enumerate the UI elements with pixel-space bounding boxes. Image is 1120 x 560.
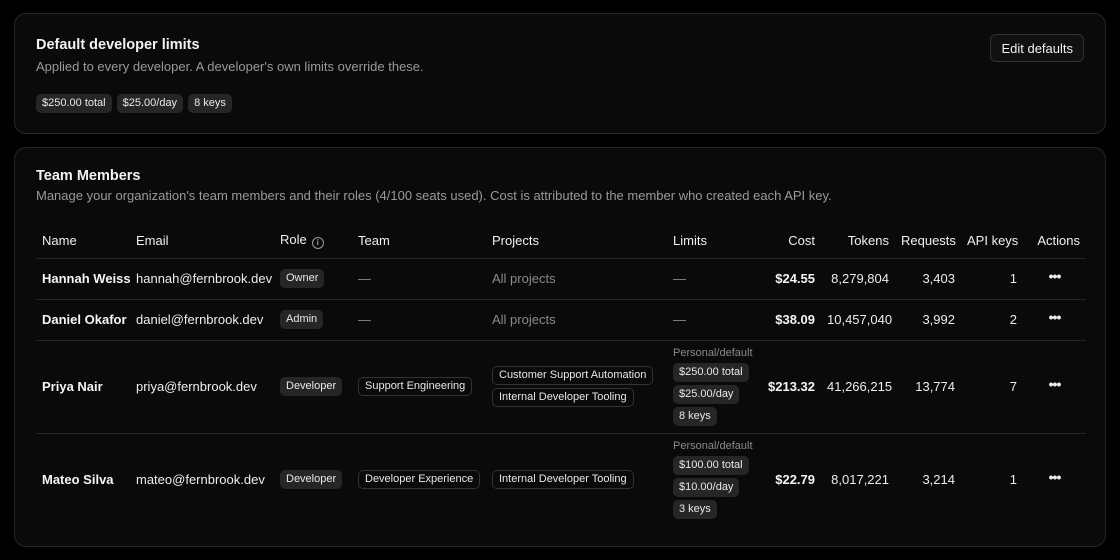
- team-badge: Developer Experience: [358, 470, 481, 490]
- member-name: Mateo Silva: [42, 472, 114, 488]
- default-limits-title: Default developer limits: [36, 37, 200, 53]
- member-requests: 3,992: [895, 299, 961, 341]
- member-tokens: 8,017,221: [831, 472, 889, 488]
- team-members-title: Team Members: [36, 168, 141, 184]
- team-members-description: Manage your organization's team members …: [36, 188, 832, 203]
- role-badge: Owner: [280, 269, 325, 288]
- member-projects: All projects: [486, 258, 667, 300]
- default-daily-limit-badge: $25.00/day: [116, 94, 184, 113]
- limits-source-label: Personal/default: [673, 440, 753, 453]
- role-badge: Developer: [280, 470, 343, 490]
- member-tokens: 10,457,040: [821, 299, 895, 341]
- role-badge: Admin: [280, 310, 324, 329]
- member-name: Priya Nair: [36, 340, 130, 434]
- table-row: Daniel Okafor daniel@fernbrook.dev Admin…: [36, 299, 1086, 341]
- table-row: Mateo Silva mateo@fernbrook.dev Develope…: [36, 433, 1086, 526]
- project-badge: Internal Developer Tooling: [492, 470, 634, 490]
- member-team-cell: Developer Experience: [352, 433, 486, 526]
- default-limits-card: Default developer limits Applied to ever…: [14, 13, 1106, 134]
- more-actions-icon[interactable]: •••: [1044, 470, 1066, 489]
- member-api-keys: 2: [961, 299, 1023, 341]
- daily-limit-badge: $10.00/day: [673, 478, 740, 498]
- limits-source-label: Personal/default: [673, 347, 753, 359]
- member-projects-cell: Internal Developer Tooling: [486, 433, 667, 526]
- team-members-card: Team Members Manage your organization's …: [14, 147, 1106, 547]
- member-requests: 13,774: [895, 340, 961, 434]
- more-actions-icon[interactable]: •••: [1044, 310, 1066, 329]
- member-projects: All projects: [486, 299, 667, 341]
- default-limits-chips: $250.00 total $25.00/day 8 keys: [36, 94, 232, 113]
- column-header-cost: Cost: [758, 224, 821, 259]
- table-header-row: Name Email Role i Team Projects Limits Co…: [36, 224, 1086, 259]
- member-limits-cell: Personal/default $100.00 total $10.00/da…: [667, 433, 758, 526]
- member-email: priya@fernbrook.dev: [130, 340, 274, 434]
- info-icon[interactable]: i: [311, 237, 324, 250]
- more-actions-icon[interactable]: •••: [1044, 269, 1066, 288]
- member-limits: —: [667, 299, 758, 341]
- default-total-limit-badge: $250.00 total: [36, 94, 112, 113]
- column-header-name: Name: [36, 224, 130, 259]
- member-team: —: [352, 258, 486, 300]
- member-email: daniel@fernbrook.dev: [130, 299, 274, 341]
- member-actions-cell: •••: [1023, 433, 1086, 526]
- default-keys-limit-badge: 8 keys: [188, 94, 232, 113]
- column-header-limits: Limits: [667, 224, 758, 259]
- project-badge: Customer Support Automation: [492, 366, 654, 385]
- member-role-cell: Owner: [274, 258, 352, 300]
- column-header-role-label: Role: [280, 232, 307, 248]
- member-limits: —: [667, 258, 758, 300]
- keys-limit-badge: 8 keys: [673, 407, 717, 426]
- column-header-tokens: Tokens: [821, 224, 895, 259]
- member-actions-cell: •••: [1023, 340, 1086, 434]
- edit-defaults-button[interactable]: Edit defaults: [990, 34, 1084, 62]
- member-cost: $22.79: [775, 472, 815, 488]
- member-name: Daniel Okafor: [36, 299, 130, 341]
- member-email: mateo@fernbrook.dev: [136, 472, 265, 488]
- column-header-requests: Requests: [895, 224, 961, 259]
- member-tokens: 8,279,804: [821, 258, 895, 300]
- default-limits-description: Applied to every developer. A developer'…: [36, 59, 424, 74]
- member-requests: 3,403: [895, 258, 961, 300]
- total-limit-badge: $250.00 total: [673, 363, 749, 382]
- member-api-keys: 7: [961, 340, 1023, 434]
- table-row: Priya Nair priya@fernbrook.dev Developer…: [36, 340, 1086, 434]
- member-api-keys: 1: [1009, 472, 1017, 488]
- member-email: hannah@fernbrook.dev: [130, 258, 274, 300]
- role-badge: Developer: [280, 377, 343, 396]
- member-cost: $38.09: [758, 299, 821, 341]
- member-cost: $24.55: [758, 258, 821, 300]
- member-role-cell: Developer: [274, 340, 352, 434]
- column-header-api-keys: API keys: [961, 224, 1023, 259]
- member-api-keys: 1: [961, 258, 1023, 300]
- daily-limit-badge: $25.00/day: [673, 385, 740, 404]
- member-team: —: [352, 299, 486, 341]
- more-actions-icon[interactable]: •••: [1044, 377, 1066, 396]
- member-actions-cell: •••: [1023, 258, 1086, 300]
- team-members-table: Name Email Role i Team Projects Limits Co…: [36, 224, 1086, 526]
- member-limits-cell: Personal/default $250.00 total $25.00/da…: [667, 340, 758, 434]
- member-cost: $213.32: [758, 340, 821, 434]
- keys-limit-badge: 3 keys: [673, 500, 717, 520]
- project-badge: Internal Developer Tooling: [492, 388, 634, 407]
- total-limit-badge: $100.00 total: [673, 456, 749, 476]
- member-name: Hannah Weiss: [36, 258, 131, 300]
- member-requests: 3,214: [922, 472, 955, 488]
- column-header-actions: Actions: [1023, 224, 1086, 259]
- member-role-cell: Admin: [274, 299, 352, 341]
- column-header-email: Email: [130, 224, 274, 259]
- member-role-cell: Developer: [274, 433, 352, 526]
- table-row: Hannah Weiss hannah@fernbrook.dev Owner …: [36, 258, 1086, 300]
- member-team-cell: Support Engineering: [352, 340, 486, 434]
- column-header-role: Role i: [274, 224, 352, 259]
- member-tokens: 41,266,215: [821, 340, 895, 434]
- team-badge: Support Engineering: [358, 377, 473, 396]
- column-header-projects: Projects: [486, 224, 667, 259]
- column-header-team: Team: [352, 224, 486, 259]
- member-actions-cell: •••: [1023, 299, 1086, 341]
- member-projects-cell: Customer Support Automation Internal Dev…: [486, 340, 667, 434]
